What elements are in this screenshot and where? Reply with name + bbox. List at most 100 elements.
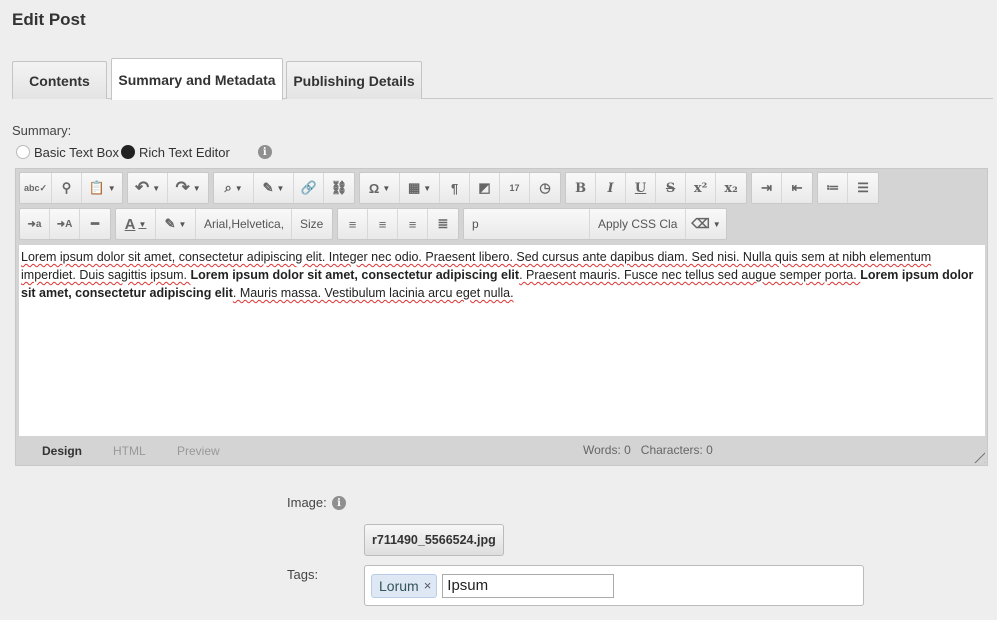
font-size-select[interactable]: Size [292, 209, 332, 239]
highlight-icon[interactable]: ✎ ▼ [156, 209, 196, 239]
clock-icon[interactable]: ◷ [530, 173, 560, 203]
image-info-icon[interactable]: i [332, 496, 346, 510]
mode-html-tab[interactable]: HTML [113, 444, 146, 458]
page-title: Edit Post [12, 10, 86, 29]
toolbar-group-case: ➜a ➜A ━ [19, 208, 111, 240]
lowercase-icon[interactable]: ➜a [20, 209, 50, 239]
tag-label: Lorum [379, 577, 419, 594]
toolbar-group-font: A ▼ ✎ ▼ Arial,Helvetica, Size [115, 208, 333, 240]
remove-tag-icon[interactable]: × [424, 578, 432, 593]
info-icon[interactable]: i [257, 145, 272, 159]
redo-icon[interactable]: ↷ ▼ [168, 173, 208, 203]
toolbar-group-tools: abc✓ ⚲ 📋 ▼ [19, 172, 124, 204]
mode-preview-tab[interactable]: Preview [177, 444, 220, 458]
uppercase-icon[interactable]: ➜A [50, 209, 80, 239]
underline-icon[interactable]: U [626, 173, 657, 203]
toolbar-group-format: B I U S x² x₂ [565, 172, 748, 204]
toolbar-group-lists: ≔ ☰ [817, 172, 880, 204]
symbol-glyph: Ω [368, 180, 380, 196]
eraser-icon[interactable]: ⌫ ▼ [686, 209, 726, 239]
resize-grip-icon[interactable] [967, 445, 985, 463]
tab-contents[interactable]: Contents [12, 61, 107, 99]
table-icon[interactable]: ▦ ▼ [400, 173, 441, 203]
find-icon[interactable]: ⚲ [52, 173, 83, 203]
toolbar-group-styles: p Apply CSS Cla ⌫ ▼ [463, 208, 727, 240]
chevron-down-icon: ▼ [382, 183, 391, 193]
horizontal-rule-icon[interactable]: ━ [80, 209, 110, 239]
toolbar-group-insert: ⌕ ▼ ✎ ▼ 🔗 ⛓ [213, 172, 356, 204]
tab-summary-and-metadata[interactable]: Summary and Metadata [111, 58, 283, 100]
chevron-down-icon: ▼ [712, 219, 721, 229]
font-color-glyph: A [124, 215, 136, 233]
paste-icon[interactable]: 📋 ▼ [82, 173, 122, 203]
chevron-down-icon: ▼ [178, 219, 187, 229]
table-glyph: ▦ [407, 180, 421, 195]
align-right-icon[interactable]: ≡ [398, 209, 428, 239]
mode-design-tab[interactable]: Design [42, 444, 82, 458]
justify-icon[interactable]: ≣ [428, 209, 458, 239]
chevron-down-icon: ▼ [276, 183, 285, 193]
image-file-button[interactable]: r711490_5566524.jpg [364, 524, 504, 556]
paragraph-format-select[interactable]: p [464, 209, 590, 239]
unordered-list-icon[interactable]: ☰ [848, 173, 878, 203]
undo-glyph: ↶ [134, 178, 150, 197]
toolbar-row-1: abc✓ ⚲ 📋 ▼ ↶ ▼ ↷ ▼ ⌕ ▼ ✎ ▼ 🔗 ⛓ Ω ▼ ▦ ▼ ¶ ◩ 17 ◷… [19, 171, 883, 205]
tags-input-box[interactable]: Lorum × [364, 565, 864, 606]
content-text: . Mauris massa. Vestibulum lacinia arcu … [232, 286, 514, 300]
paste-glyph: 📋 [88, 180, 105, 195]
tags-label: Tags: [287, 567, 319, 582]
spellcheck-icon[interactable]: abc✓ [20, 173, 53, 203]
word-count: Words: 0 Characters: 0 [583, 443, 713, 457]
attach-glyph: ⌕ [224, 180, 232, 195]
toolbar-row-2: ➜a ➜A ━ A ▼ ✎ ▼ Arial,Helvetica, Size ≡ ≡ … [19, 207, 731, 241]
rich-text-editor: abc✓ ⚲ 📋 ▼ ↶ ▼ ↷ ▼ ⌕ ▼ ✎ ▼ 🔗 ⛓ Ω ▼ ▦ ▼ ¶ ◩ 17 ◷… [15, 168, 988, 466]
toolbar-group-objects: Ω ▼ ▦ ▼ ¶ ◩ 17 ◷ [359, 172, 562, 204]
paragraph-icon[interactable]: ¶ [440, 173, 471, 203]
undo-icon[interactable]: ↶ ▼ [128, 173, 169, 203]
editor-content-area[interactable]: Lorem ipsum dolor sit amet, consectetur … [19, 245, 985, 436]
css-class-select[interactable]: Apply CSS Cla [590, 209, 686, 239]
image-label: Image: [287, 495, 327, 510]
summary-mode-options: Basic Text Box Rich Text Editor i [16, 143, 272, 161]
chevron-down-icon: ▼ [152, 183, 161, 193]
summary-label: Summary: [12, 123, 72, 138]
tab-publishing-details[interactable]: Publishing Details [286, 61, 422, 99]
symbol-icon[interactable]: Ω ▼ [360, 173, 401, 203]
basic-text-box-label[interactable]: Basic Text Box [34, 145, 119, 160]
link-icon[interactable]: 🔗 [294, 173, 325, 203]
font-family-select[interactable]: Arial,Helvetica, [196, 209, 292, 239]
edit-icon[interactable]: ✎ ▼ [254, 173, 295, 203]
toolbar-group-indent: ⇥ ⇤ [751, 172, 814, 204]
highlight-glyph: ✎ [164, 216, 176, 231]
media-icon[interactable]: ◩ [470, 173, 501, 203]
chevron-down-icon: ▼ [234, 183, 243, 193]
align-left-icon[interactable]: ≡ [338, 209, 368, 239]
chevron-down-icon: ▼ [107, 183, 116, 193]
rich-text-editor-radio[interactable] [121, 145, 136, 159]
align-center-icon[interactable]: ≡ [368, 209, 398, 239]
strikethrough-icon[interactable]: S [656, 173, 687, 203]
subscript-icon[interactable]: x₂ [716, 173, 746, 203]
content-text: . Praesent mauris. Fusce nec tellus sed … [519, 268, 861, 282]
unlink-icon[interactable]: ⛓ [324, 173, 354, 203]
tag-text-input[interactable] [442, 573, 615, 598]
chevron-down-icon: ▼ [423, 183, 432, 193]
indent-icon[interactable]: ⇥ [752, 173, 783, 203]
italic-icon[interactable]: I [596, 173, 627, 203]
chevron-down-icon: ▼ [138, 219, 147, 229]
bold-icon[interactable]: B [566, 173, 597, 203]
basic-text-box-radio[interactable] [16, 145, 30, 159]
font-color-icon[interactable]: A ▼ [116, 209, 156, 239]
outdent-icon[interactable]: ⇤ [782, 173, 812, 203]
redo-glyph: ↷ [175, 178, 190, 197]
superscript-icon[interactable]: x² [686, 173, 717, 203]
tag-chip: Lorum × [371, 573, 438, 598]
content-bold-text: Lorem ipsum dolor sit amet, consectetur … [190, 268, 520, 282]
attach-icon[interactable]: ⌕ ▼ [214, 173, 255, 203]
editor-status-bar: Design HTML Preview Words: 0 Characters:… [16, 437, 987, 465]
rich-text-editor-label[interactable]: Rich Text Editor [139, 145, 230, 160]
calendar-icon[interactable]: 17 [500, 173, 531, 203]
toolbar-group-history: ↶ ▼ ↷ ▼ [127, 172, 210, 204]
ordered-list-icon[interactable]: ≔ [818, 173, 849, 203]
tab-bar: Contents Summary and Metadata Publishing… [12, 58, 993, 100]
